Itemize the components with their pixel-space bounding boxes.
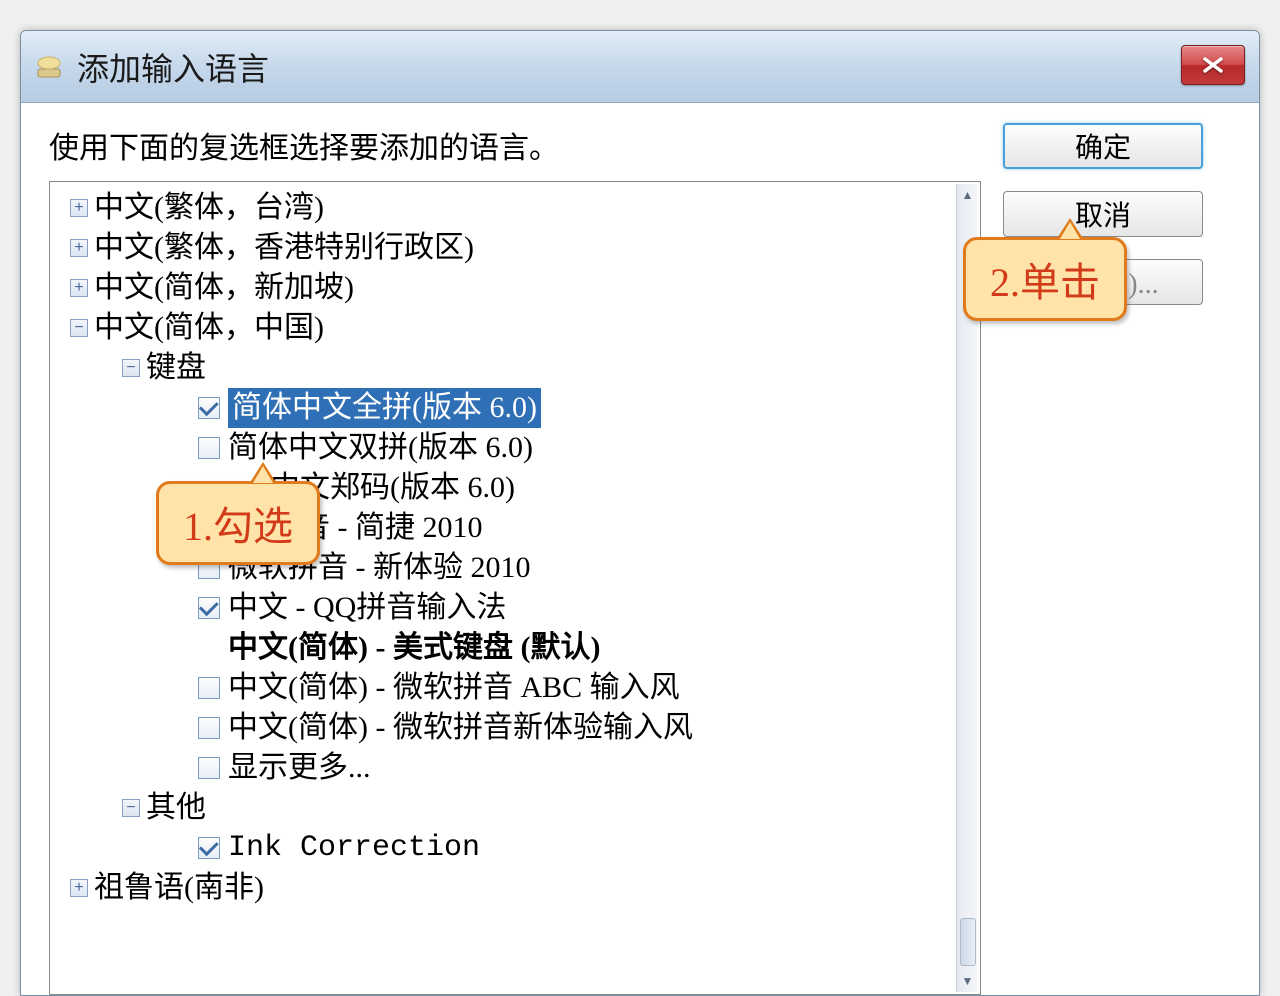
tree-node-zulu[interactable]: + 祖鲁语(南非)	[50, 868, 980, 908]
collapse-icon[interactable]: −	[122, 799, 140, 817]
tree-node-keyboard[interactable]: − 键盘	[50, 348, 980, 388]
checkbox-qqpinyin[interactable]	[198, 597, 220, 619]
ok-button[interactable]: 确定	[1003, 123, 1203, 169]
tree-item-quanpin[interactable]: 简体中文全拼(版本 6.0)	[50, 388, 980, 428]
tree-node-china[interactable]: − 中文(简体，中国)	[50, 308, 980, 348]
tree-item-ink-correction[interactable]: Ink Correction	[50, 828, 980, 868]
callout-check: 1.勾选	[156, 481, 320, 565]
checkbox-quanpin[interactable]	[198, 397, 220, 419]
checkbox-show-more[interactable]	[198, 757, 220, 779]
tree-node-singapore[interactable]: + 中文(简体，新加坡)	[50, 268, 980, 308]
window-title: 添加输入语言	[77, 44, 269, 90]
collapse-icon[interactable]: −	[122, 359, 140, 377]
checkbox-ms-new[interactable]	[198, 717, 220, 739]
tree-item-show-more[interactable]: 显示更多...	[50, 748, 980, 788]
expand-icon[interactable]: +	[70, 879, 88, 897]
callout-tail-icon	[1056, 218, 1084, 240]
expand-icon[interactable]: +	[70, 239, 88, 257]
tree-item-qqpinyin[interactable]: 中文 - QQ拼音输入法	[50, 588, 980, 628]
tree-item-ms-abc[interactable]: 中文(简体) - 微软拼音 ABC 输入风	[50, 668, 980, 708]
scroll-thumb[interactable]	[960, 918, 976, 966]
checkbox-shuangpin[interactable]	[198, 437, 220, 459]
tree-item-ms-new[interactable]: 中文(简体) - 微软拼音新体验输入风	[50, 708, 980, 748]
scroll-down-icon[interactable]: ▼	[957, 970, 978, 992]
collapse-icon[interactable]: −	[70, 319, 88, 337]
close-button[interactable]	[1181, 45, 1245, 85]
callout-tail-icon	[249, 462, 277, 484]
language-tree-panel: + 中文(繁体，台湾) + 中文(繁体，香港特别行政区) + 中文(简体，新加坡…	[49, 181, 981, 995]
tree-node-other[interactable]: − 其他	[50, 788, 980, 828]
instruction-text: 使用下面的复选框选择要添加的语言。	[49, 123, 981, 167]
expand-icon[interactable]: +	[70, 279, 88, 297]
close-icon	[1202, 57, 1224, 73]
dialog-window: 添加输入语言 使用下面的复选框选择要添加的语言。 + 中文(繁体，台湾)	[20, 30, 1260, 996]
tree-item-shuangpin[interactable]: 简体中文双拼(版本 6.0)	[50, 428, 980, 468]
cancel-button[interactable]: 取消	[1003, 191, 1203, 237]
window-icon	[33, 51, 65, 83]
titlebar: 添加输入语言	[21, 31, 1259, 103]
checkbox-ink-correction[interactable]	[198, 837, 220, 859]
callout-check-label: 1.勾选	[183, 504, 293, 549]
tree-node-taiwan[interactable]: + 中文(繁体，台湾)	[50, 188, 980, 228]
callout-click: 2.单击	[963, 237, 1127, 321]
checkbox-ms-abc[interactable]	[198, 677, 220, 699]
expand-icon[interactable]: +	[70, 199, 88, 217]
scroll-up-icon[interactable]: ▲	[957, 184, 978, 206]
tree-node-hongkong[interactable]: + 中文(繁体，香港特别行政区)	[50, 228, 980, 268]
callout-click-label: 2.单击	[990, 260, 1100, 305]
tree-item-us-keyboard-default[interactable]: 中文(简体) - 美式键盘 (默认)	[50, 628, 980, 668]
